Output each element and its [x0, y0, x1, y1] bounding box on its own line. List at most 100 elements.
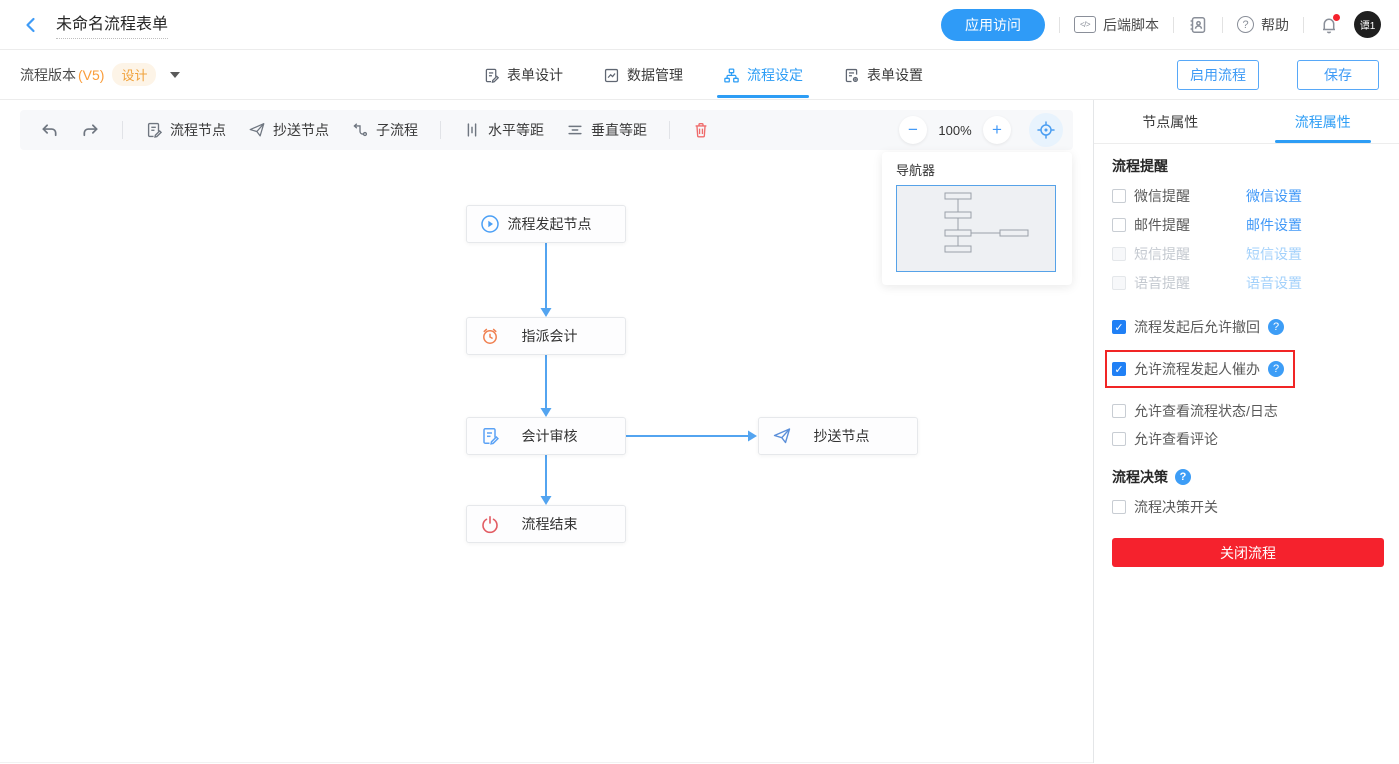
allow-withdraw-checkbox[interactable]: ✓ — [1112, 320, 1126, 334]
tab-label: 表单设置 — [867, 65, 923, 85]
node-label: 流程结束 — [500, 514, 613, 534]
divider — [1303, 17, 1304, 33]
horizontal-distribute-icon — [463, 121, 481, 139]
reminder-label: 短信提醒 — [1134, 244, 1246, 264]
option-label[interactable]: 流程决策开关 — [1134, 497, 1218, 517]
node-flow-start[interactable]: 流程发起节点 — [466, 205, 626, 243]
toolbar-label: 水平等距 — [488, 120, 544, 140]
option-label[interactable]: 允许查看流程状态/日志 — [1134, 401, 1278, 421]
tab-flow-setting[interactable]: 流程设定 — [723, 50, 803, 100]
reminder-label[interactable]: 微信提醒 — [1134, 186, 1246, 206]
help-question-icon[interactable]: ? — [1268, 319, 1284, 335]
back-icon[interactable] — [20, 14, 42, 36]
form-design-icon — [483, 67, 500, 84]
page-title[interactable]: 未命名流程表单 — [56, 10, 168, 39]
alarm-clock-icon — [480, 326, 500, 346]
help-icon: ? — [1237, 16, 1254, 33]
redo-button[interactable] — [75, 116, 106, 144]
app-root: 未命名流程表单 应用访问 </> 后端脚本 ? 帮助 — [0, 0, 1399, 764]
app-access-button[interactable]: 应用访问 — [941, 9, 1045, 41]
vertical-distribute-button[interactable]: 垂直等距 — [560, 116, 653, 144]
reminder-row-sms: 短信提醒 短信设置 — [1112, 240, 1385, 268]
navigator-panel: 导航器 — [882, 152, 1072, 285]
flow-canvas[interactable]: 流程节点 抄送节点 — [0, 100, 1093, 763]
avatar[interactable]: 谭1 — [1354, 11, 1381, 38]
option-label[interactable]: 允许查看评论 — [1134, 429, 1218, 449]
node-label: 流程发起节点 — [500, 214, 613, 234]
decision-switch-checkbox[interactable] — [1112, 500, 1126, 514]
node-label: 会计审核 — [500, 426, 613, 446]
reminder-label[interactable]: 邮件提醒 — [1134, 215, 1246, 235]
option-decision-switch: 流程决策开关 — [1112, 493, 1385, 521]
properties-tabs: 节点属性 流程属性 — [1094, 100, 1399, 144]
code-icon: </> — [1074, 16, 1096, 33]
view-status-log-checkbox[interactable] — [1112, 404, 1126, 418]
node-label: 抄送节点 — [792, 426, 905, 446]
wechat-reminder-checkbox[interactable] — [1112, 189, 1126, 203]
option-allow-urge: ✓ 允许流程发起人催办 ? — [1112, 357, 1285, 381]
paper-plane-icon — [248, 121, 266, 139]
undo-button[interactable] — [34, 116, 65, 144]
version-label: 流程版本 — [20, 65, 76, 85]
flow-setting-icon — [723, 67, 740, 84]
tab-node-properties[interactable]: 节点属性 — [1094, 100, 1247, 143]
voice-settings-link: 语音设置 — [1246, 273, 1302, 293]
tab-form-design[interactable]: 表单设计 — [483, 50, 563, 100]
paper-plane-icon — [772, 426, 792, 446]
email-settings-link[interactable]: 邮件设置 — [1246, 215, 1302, 235]
option-label[interactable]: 允许流程发起人催办 — [1134, 359, 1260, 379]
fit-view-button[interactable] — [1029, 113, 1063, 147]
add-flow-node-button[interactable]: 流程节点 — [139, 116, 232, 144]
save-button[interactable]: 保存 — [1297, 60, 1379, 90]
allow-urge-checkbox[interactable]: ✓ — [1112, 362, 1126, 376]
flow-node-icon — [145, 121, 163, 139]
node-accountant-audit[interactable]: 会计审核 — [466, 417, 626, 455]
tab-flow-properties[interactable]: 流程属性 — [1247, 100, 1399, 143]
node-cc[interactable]: 抄送节点 — [758, 417, 918, 455]
horizontal-distribute-button[interactable]: 水平等距 — [457, 116, 550, 144]
tab-data-manage[interactable]: 数据管理 — [603, 50, 683, 100]
backend-script-button[interactable]: </> 后端脚本 — [1074, 15, 1159, 35]
notification-dot — [1333, 14, 1340, 21]
wechat-settings-link[interactable]: 微信设置 — [1246, 186, 1302, 206]
play-icon — [480, 214, 500, 234]
edit-doc-icon — [480, 426, 500, 446]
add-cc-node-button[interactable]: 抄送节点 — [242, 116, 335, 144]
enable-flow-button[interactable]: 启用流程 — [1177, 60, 1259, 90]
option-view-comments: 允许查看评论 — [1112, 425, 1385, 453]
sub-header: 流程版本 (V5) 设计 表单设计 — [0, 50, 1399, 100]
tab-label: 表单设计 — [507, 65, 563, 85]
data-manage-icon — [603, 67, 620, 84]
notification-bell-button[interactable] — [1318, 14, 1340, 36]
add-subflow-button[interactable]: 子流程 — [345, 116, 424, 144]
tab-form-settings[interactable]: 表单设置 — [843, 50, 923, 100]
vertical-distribute-icon — [566, 121, 584, 139]
divider — [122, 121, 123, 139]
navigator-title: 导航器 — [896, 160, 1058, 179]
node-assign-accountant[interactable]: 指派会计 — [466, 317, 626, 355]
help-label: 帮助 — [1261, 15, 1289, 35]
minimap[interactable] — [896, 185, 1056, 272]
address-book-icon — [1188, 15, 1208, 35]
help-question-icon[interactable]: ? — [1268, 361, 1284, 377]
divider — [669, 121, 670, 139]
properties-panel: 节点属性 流程属性 流程提醒 微信提醒 微信设置 邮件提醒 邮件设置 短信提醒 — [1093, 100, 1399, 763]
zoom-out-button[interactable]: − — [899, 116, 927, 144]
node-flow-end[interactable]: 流程结束 — [466, 505, 626, 543]
help-button[interactable]: ? 帮助 — [1237, 15, 1289, 35]
delete-button[interactable] — [686, 121, 716, 139]
close-flow-button[interactable]: 关闭流程 — [1112, 538, 1384, 567]
help-question-icon[interactable]: ? — [1175, 469, 1191, 485]
chevron-down-icon[interactable] — [170, 72, 180, 78]
power-icon — [480, 514, 500, 534]
option-allow-withdraw: ✓ 流程发起后允许撤回 ? — [1112, 313, 1385, 341]
address-book-button[interactable] — [1188, 15, 1208, 35]
tab-label: 数据管理 — [627, 65, 683, 85]
divider — [440, 121, 441, 139]
option-label[interactable]: 流程发起后允许撤回 — [1134, 317, 1260, 337]
view-comments-checkbox[interactable] — [1112, 432, 1126, 446]
sms-reminder-checkbox — [1112, 247, 1126, 261]
target-icon — [1036, 120, 1056, 140]
email-reminder-checkbox[interactable] — [1112, 218, 1126, 232]
zoom-in-button[interactable]: + — [983, 116, 1011, 144]
